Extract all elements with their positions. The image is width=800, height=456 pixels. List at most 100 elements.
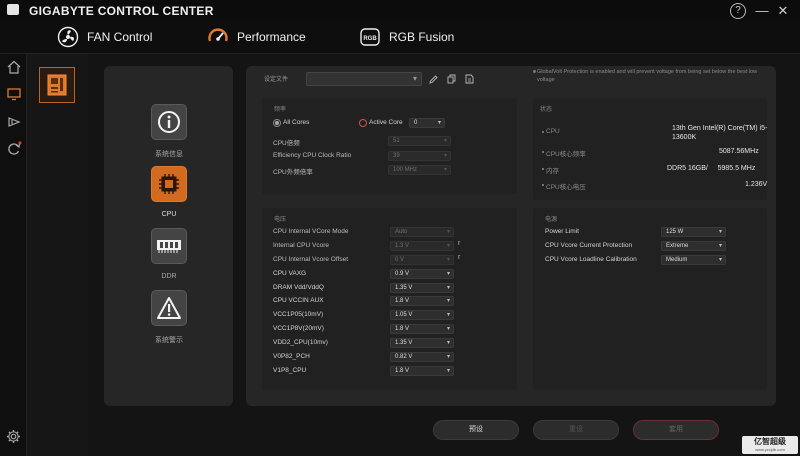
loadline-calibration-value: Medium (666, 257, 688, 263)
current-protection-value: Extreme (666, 243, 689, 249)
profile-dropdown[interactable]: ▾ (306, 72, 422, 86)
memory-icon (151, 228, 187, 264)
fan-icon (57, 26, 79, 48)
chevron-down-icon: ▾ (443, 153, 447, 159)
title-bar: GIGABYTE CONTROL CENTER ? — ✕ (0, 0, 800, 20)
watermark-text: 亿智超级 (754, 437, 786, 446)
power-limit-value: 125 W (666, 229, 684, 235)
vcore-mode-value: Auto (395, 229, 408, 235)
category-system-alert[interactable]: 系统警示 (149, 290, 189, 345)
help-button[interactable]: ? (730, 3, 746, 19)
frequency-section (262, 98, 517, 194)
monitor-icon[interactable] (5, 85, 22, 102)
v1p8-cpu-select[interactable]: 1.8 V ▾ (390, 366, 454, 376)
category-system-alert-label: 系统警示 (155, 337, 183, 344)
top-nav: FAN Control Performance RGB RGB Fusion (0, 20, 800, 54)
vccin-aux-select[interactable]: 1.8 V ▾ (390, 296, 454, 306)
tab-fan-control-label: FAN Control (87, 30, 153, 44)
info-icon (151, 104, 187, 140)
vccin-aux-label: CPU VCCIN AUX (273, 297, 324, 304)
watermark-logo: 亿智超级 www.yzcjdb.com (742, 436, 798, 454)
current-protection-select[interactable]: Extreme ▾ (661, 241, 726, 251)
chevron-down-icon: ▾ (446, 298, 450, 304)
vcc1p05-select[interactable]: 1.05 V ▾ (390, 310, 454, 320)
settings-gear-icon[interactable] (5, 428, 22, 445)
efficiency-ratio-select[interactable]: 39 ▾ (388, 151, 451, 161)
chevron-down-icon: ▾ (437, 120, 441, 126)
tab-fan-control[interactable]: FAN Control (57, 22, 152, 52)
power-title: 电源 (545, 217, 558, 223)
efficiency-ratio-label: Efficiency CPU Clock Ratio (273, 152, 352, 159)
notice-icon (533, 70, 536, 73)
update-icon[interactable] (5, 140, 22, 157)
v0p82-pch-select[interactable]: 0.82 V ▾ (390, 352, 454, 362)
app-strip (27, 54, 88, 456)
tab-performance-label: Performance (237, 30, 306, 44)
internal-vcore-label: Internal CPU Vcore (273, 242, 329, 249)
cpu-ratio-label: CPU倍频 (273, 140, 300, 147)
status-vcore-value: 1.236V (745, 181, 768, 188)
loadline-calibration-select[interactable]: Medium ▾ (661, 255, 726, 265)
status-vcore-label: CPU核心电压 (546, 184, 586, 191)
chevron-down-icon: ▾ (446, 354, 450, 360)
vcore-mode-select[interactable]: Auto ▾ (390, 227, 454, 237)
vcc1p8v-select[interactable]: 1.8 V ▾ (390, 324, 454, 334)
power-limit-label: Power Limit (545, 228, 579, 235)
all-cores-radio[interactable] (273, 119, 281, 127)
vcore-mode-label: CPU Internal VCore Mode (273, 228, 349, 235)
cpu-ratio-value: 51 (393, 138, 400, 144)
tab-performance[interactable]: Performance (207, 22, 306, 52)
category-cpu[interactable]: CPU (149, 166, 189, 218)
game-mode-icon[interactable] (5, 113, 22, 130)
chevron-down-icon: ▾ (443, 167, 447, 173)
v0p82-pch-label: V0P82_PCH (273, 353, 310, 360)
home-icon[interactable] (5, 58, 22, 75)
dram-vdd-select[interactable]: 1.35 V ▾ (390, 283, 454, 293)
chevron-down-icon: ▾ (446, 257, 450, 263)
chevron-down-icon: ▾ (446, 312, 450, 318)
active-core-value: 0 (414, 120, 418, 126)
chevron-down-icon: ▾ (446, 229, 450, 235)
cpu-vaxg-select[interactable]: 0.9 V ▾ (390, 269, 454, 279)
category-ddr-label: DDR (161, 273, 177, 280)
status-cpu-value: 13th Gen Intel(R) Core(TM) i5-13600K (672, 125, 768, 141)
status-cpu-label: CPU (546, 128, 560, 135)
category-system-info[interactable]: 系统信息 (149, 104, 189, 159)
default-button[interactable]: 预设 (433, 420, 519, 440)
chevron-down-icon: ▾ (446, 340, 450, 346)
reset-button[interactable]: 重设 (533, 420, 619, 440)
minimize-button[interactable]: — (754, 3, 770, 19)
power-limit-select[interactable]: 125 W ▾ (661, 227, 726, 237)
vcore-offset-select[interactable]: 0 V ▾ (390, 255, 454, 265)
all-cores-label: All Cores (283, 119, 310, 126)
voltage-title: 电压 (274, 217, 287, 223)
vdd2-cpu-label: VDD2_CPU(10mv) (273, 339, 328, 346)
save-file-icon[interactable] (464, 73, 475, 85)
bullet-icon (542, 168, 544, 170)
internal-vcore-value: 1.3 V (395, 243, 410, 249)
rgb-fusion-icon: RGB (359, 26, 381, 48)
frequency-title: 频率 (274, 107, 287, 113)
motherboard-app-icon[interactable] (39, 67, 75, 103)
bullet-icon (542, 131, 544, 133)
power-section (533, 208, 767, 390)
status-freq-label: CPU核心频率 (546, 151, 586, 158)
close-button[interactable]: ✕ (775, 3, 791, 19)
bclk-select[interactable]: 100 MHz ▾ (388, 165, 451, 175)
chevron-down-icon: ▾ (443, 138, 447, 144)
dram-vdd-label: DRAM Vdd/VddQ (273, 284, 324, 291)
internal-vcore-trail: r (458, 240, 461, 247)
chevron-down-icon: ▾ (446, 243, 450, 249)
active-core-radio[interactable] (359, 119, 367, 127)
category-ddr[interactable]: DDR (149, 228, 189, 280)
tab-rgb-fusion[interactable]: RGB RGB Fusion (359, 22, 454, 52)
left-sidebar (0, 54, 27, 456)
edit-pencil-icon[interactable] (428, 73, 439, 85)
vdd2-cpu-select[interactable]: 1.35 V ▾ (390, 338, 454, 348)
copy-icon[interactable] (446, 73, 457, 85)
cpu-ratio-select[interactable]: 51 ▾ (388, 136, 451, 146)
apply-button[interactable]: 套用 (633, 420, 719, 440)
internal-vcore-select[interactable]: 1.3 V ▾ (390, 241, 454, 251)
active-core-select[interactable]: 0 ▾ (409, 118, 445, 128)
app-title: GIGABYTE CONTROL CENTER (29, 4, 214, 18)
